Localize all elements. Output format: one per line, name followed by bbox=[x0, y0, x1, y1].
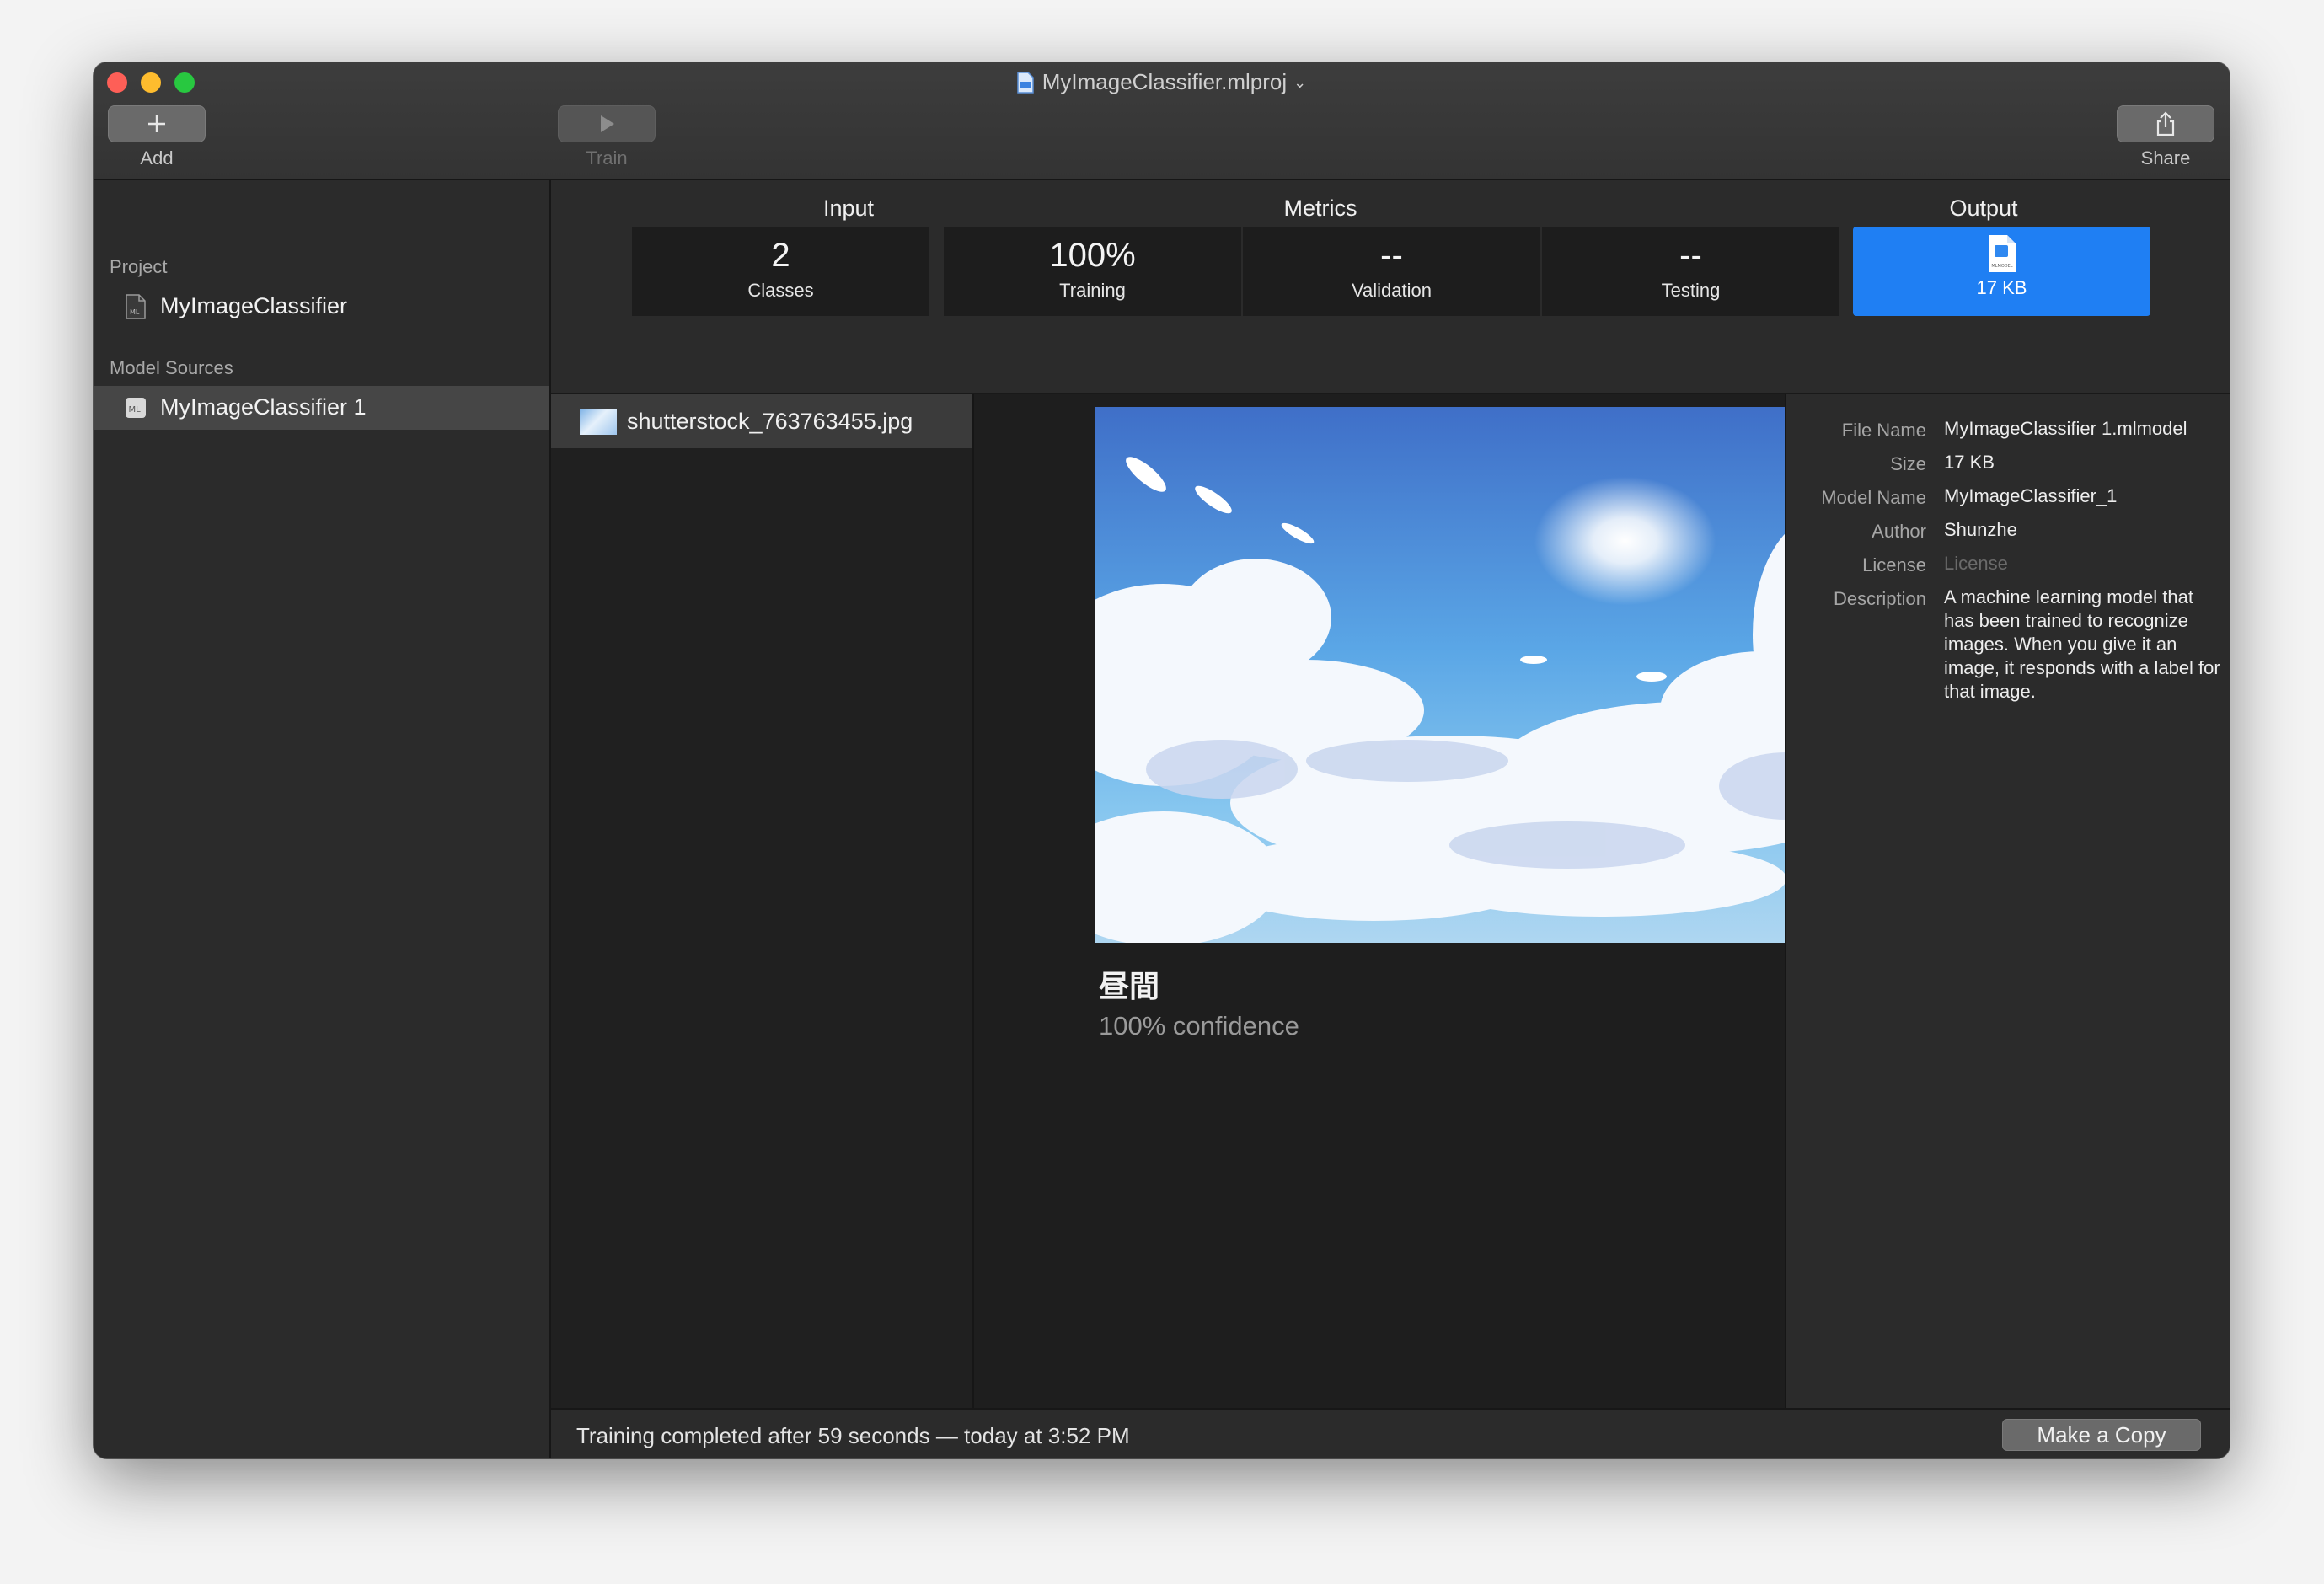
window-title[interactable]: MyImageClassifier.mlproj ⌄ bbox=[94, 69, 2230, 95]
window-title-text: MyImageClassifier.mlproj bbox=[1042, 69, 1288, 94]
play-icon bbox=[601, 115, 614, 132]
image-thumbnail bbox=[580, 409, 617, 435]
info-value-model-name[interactable]: MyImageClassifier_1 bbox=[1944, 484, 2222, 508]
model-info-panel: File Name MyImageClassifier 1.mlmodel Si… bbox=[1785, 394, 2230, 1416]
info-key-size: Size bbox=[1890, 453, 1926, 474]
info-key-description: Description bbox=[1833, 588, 1926, 609]
sidebar-item-label: MyImageClassifier 1 bbox=[160, 394, 367, 420]
status-bar: Training completed after 59 seconds — to… bbox=[551, 1408, 2230, 1458]
add-button-label: Add bbox=[140, 147, 174, 169]
training-tile[interactable]: 100% Training bbox=[944, 227, 1241, 316]
share-button[interactable] bbox=[2117, 105, 2214, 142]
train-button[interactable] bbox=[558, 105, 656, 142]
validation-label: Validation bbox=[1352, 280, 1432, 301]
svg-text:ML: ML bbox=[130, 308, 140, 316]
training-status: Training completed after 59 seconds — to… bbox=[576, 1423, 1130, 1448]
summary-header: Input Metrics Output 2 Classes 100% Trai… bbox=[551, 180, 2230, 394]
section-title-output: Output bbox=[1949, 195, 2018, 221]
sidebar-header-project: Project bbox=[110, 256, 168, 277]
svg-text:ML: ML bbox=[129, 405, 142, 415]
training-label: Training bbox=[1059, 280, 1126, 301]
document-icon: ML bbox=[126, 294, 146, 319]
sidebar-header-model-sources: Model Sources bbox=[110, 357, 233, 378]
section-title-input: Input bbox=[822, 195, 875, 221]
plus-icon bbox=[148, 115, 165, 132]
classes-label: Classes bbox=[747, 280, 814, 301]
info-value-file-name[interactable]: MyImageClassifier 1.mlmodel bbox=[1944, 417, 2222, 441]
list-item[interactable]: shutterstock_763763455.jpg bbox=[551, 394, 972, 448]
sidebar: Project ML MyImageClassifier Model Sourc… bbox=[94, 180, 551, 1458]
app-window: MyImageClassifier.mlproj ⌄ Add Train Shar… bbox=[94, 62, 2230, 1458]
make-copy-button[interactable]: Make a Copy bbox=[2002, 1419, 2201, 1451]
mlmodel-icon-text: MLMODEL bbox=[1991, 264, 2012, 269]
section-title-metrics: Metrics bbox=[1283, 195, 1357, 221]
title-bar: MyImageClassifier.mlproj ⌄ Add Train Shar… bbox=[94, 62, 2230, 180]
sidebar-item-model-source[interactable]: ML MyImageClassifier 1 bbox=[94, 386, 549, 430]
info-value-size: 17 KB bbox=[1944, 452, 1995, 473]
testing-accuracy: -- bbox=[1679, 237, 1702, 274]
validation-accuracy: -- bbox=[1380, 237, 1403, 274]
project-file-icon bbox=[1017, 72, 1034, 94]
training-accuracy: 100% bbox=[1049, 237, 1136, 274]
classes-count: 2 bbox=[771, 237, 790, 274]
validation-tile[interactable]: -- Validation bbox=[1243, 227, 1540, 316]
mlmodel-file-icon: MLMODEL bbox=[1988, 235, 2016, 272]
testing-tile[interactable]: -- Testing bbox=[1542, 227, 1839, 316]
prediction-confidence: 100% confidence bbox=[1099, 1011, 1299, 1041]
prediction-label: 昼間 bbox=[1099, 969, 1160, 1003]
sidebar-item-label: MyImageClassifier bbox=[160, 293, 348, 318]
share-button-label: Share bbox=[2140, 147, 2191, 169]
output-size: 17 KB bbox=[1976, 277, 2027, 298]
info-value-author[interactable]: Shunzhe bbox=[1944, 518, 2222, 542]
file-name: shutterstock_763763455.jpg bbox=[627, 409, 913, 434]
info-key-file-name: File Name bbox=[1841, 420, 1926, 441]
info-key-author: Author bbox=[1872, 521, 1926, 542]
info-value-description[interactable]: A machine learning model that has been t… bbox=[1944, 586, 2222, 704]
testing-label: Testing bbox=[1661, 280, 1721, 301]
model-icon: ML bbox=[126, 398, 146, 418]
add-button[interactable] bbox=[108, 105, 206, 142]
classes-tile[interactable]: 2 Classes bbox=[632, 227, 929, 316]
preview-file-list: shutterstock_763763455.jpg + bbox=[551, 394, 974, 1458]
sky-preview-image bbox=[1095, 407, 1852, 943]
info-key-model-name: Model Name bbox=[1821, 487, 1926, 508]
train-button-label: Train bbox=[586, 147, 628, 169]
share-icon bbox=[2156, 111, 2175, 136]
info-value-license[interactable]: License bbox=[1944, 552, 2222, 575]
preview-pane: 昼間 100% confidence bbox=[974, 394, 1852, 1416]
output-model-tile[interactable]: MLMODEL 17 KB bbox=[1853, 227, 2150, 316]
info-key-license: License bbox=[1862, 554, 1926, 575]
chevron-down-icon[interactable]: ⌄ bbox=[1293, 74, 1306, 92]
sidebar-item-project[interactable]: ML MyImageClassifier bbox=[94, 285, 549, 329]
